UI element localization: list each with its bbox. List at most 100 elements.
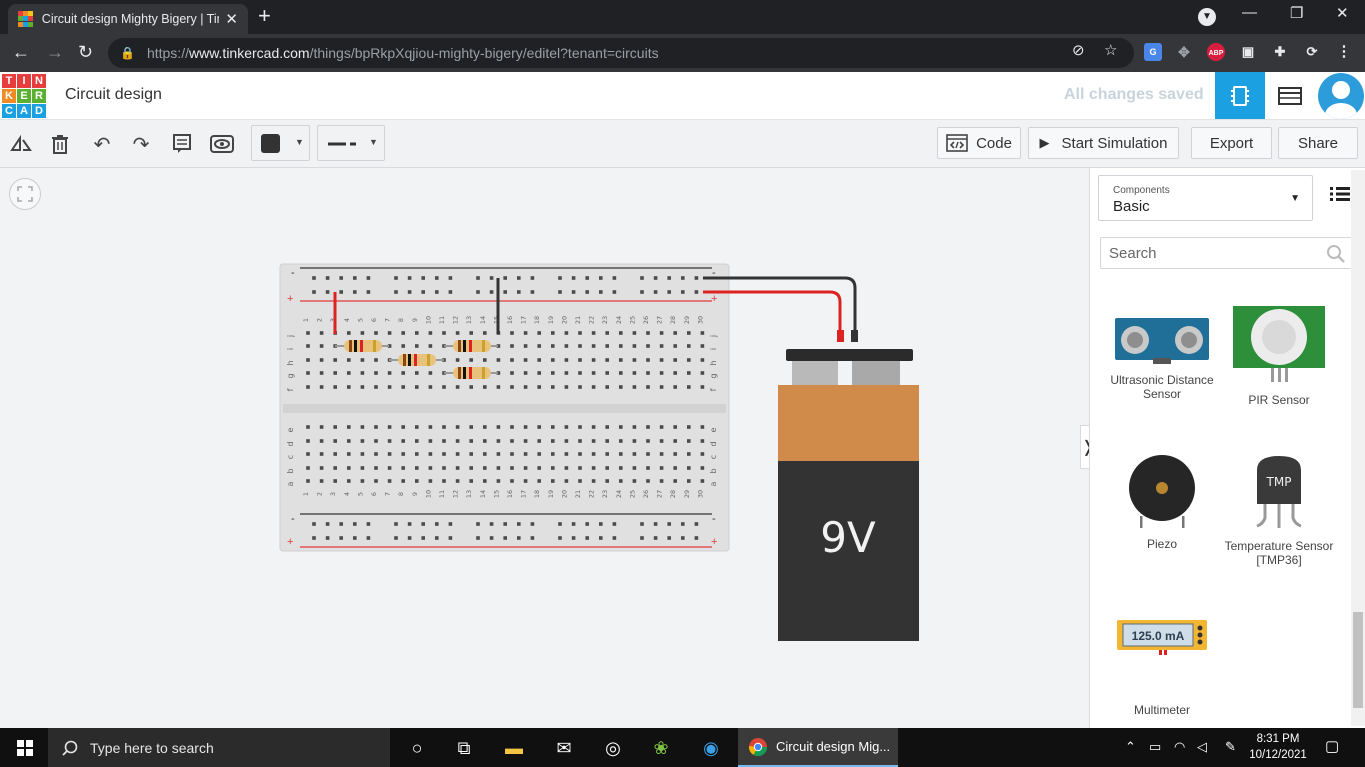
breadboard-hole[interactable]: [347, 358, 351, 362]
breadboard-hole[interactable]: [333, 385, 337, 389]
chrome-menu-icon[interactable]: ⋮: [1335, 43, 1353, 61]
breadboard-hole[interactable]: [681, 290, 685, 294]
chrome-profile-icon[interactable]: ▼: [1198, 8, 1216, 26]
cortana-icon[interactable]: ○: [404, 735, 430, 761]
breadboard-hole[interactable]: [455, 331, 460, 335]
breadboard-hole[interactable]: [653, 536, 658, 540]
breadboard-hole[interactable]: [659, 466, 664, 470]
breadboard-hole[interactable]: [578, 358, 582, 362]
breadboard-hole[interactable]: [333, 358, 337, 362]
breadboard-hole[interactable]: [646, 466, 650, 470]
breadboard-hole[interactable]: [530, 522, 535, 526]
breadboard-hole[interactable]: [333, 466, 337, 470]
breadboard-hole[interactable]: [687, 385, 691, 389]
media-app-icon[interactable]: ◎: [600, 735, 626, 761]
breadboard-hole[interactable]: [306, 425, 310, 429]
breadboard-hole[interactable]: [401, 385, 405, 389]
breadboard-hole[interactable]: [374, 479, 378, 483]
design-title[interactable]: Circuit design: [65, 86, 162, 104]
breadboard-hole[interactable]: [510, 439, 514, 443]
breadboard-hole[interactable]: [530, 536, 535, 540]
file-explorer-icon[interactable]: ▬: [501, 735, 527, 761]
breadboard-hole[interactable]: [394, 276, 398, 280]
breadboard-hole[interactable]: [694, 276, 699, 280]
breadboard-hole[interactable]: [659, 452, 664, 456]
breadboard-hole[interactable]: [564, 371, 569, 375]
breadboard-hole[interactable]: [510, 344, 514, 348]
breadboard-hole[interactable]: [401, 425, 405, 429]
breadboard-hole[interactable]: [667, 536, 671, 540]
breadboard-hole[interactable]: [659, 425, 664, 429]
browser-tab[interactable]: Circuit design Mighty Bigery | Tin ✕: [8, 4, 248, 34]
breadboard-hole[interactable]: [646, 439, 650, 443]
breadboard-hole[interactable]: [374, 425, 378, 429]
breadboard-hole[interactable]: [401, 479, 405, 483]
breadboard-hole[interactable]: [551, 344, 555, 348]
breadboard-hole[interactable]: [415, 479, 419, 483]
breadboard-hole[interactable]: [407, 522, 412, 526]
breadboard-hole[interactable]: [646, 331, 650, 335]
reload-button[interactable]: ↻: [78, 42, 93, 62]
pen-workspace-icon[interactable]: ✎: [1225, 739, 1236, 755]
breadboard-hole[interactable]: [632, 385, 637, 389]
breadboard-hole[interactable]: [632, 466, 637, 470]
undo-button[interactable]: ↶: [90, 130, 114, 158]
breadboard-hole[interactable]: [428, 385, 433, 389]
breadboard-hole[interactable]: [319, 371, 324, 375]
breadboard-hole[interactable]: [387, 371, 392, 375]
breadboard-hole[interactable]: [700, 371, 705, 375]
breadboard-hole[interactable]: [591, 466, 596, 470]
taskbar-search-box[interactable]: Type here to search: [48, 728, 390, 767]
breadboard-hole[interactable]: [401, 331, 405, 335]
breadboard-hole[interactable]: [537, 331, 541, 335]
breadboard-hole[interactable]: [353, 276, 357, 280]
google-translate-extension-icon[interactable]: G: [1144, 43, 1162, 61]
breadboard-hole[interactable]: [659, 358, 664, 362]
breadboard-hole[interactable]: [407, 290, 412, 294]
breadboard-hole[interactable]: [306, 371, 310, 375]
breadboard-hole[interactable]: [483, 385, 487, 389]
breadboard-hole[interactable]: [387, 479, 392, 483]
breadboard-hole[interactable]: [407, 536, 412, 540]
breadboard-hole[interactable]: [428, 466, 433, 470]
breadboard-hole[interactable]: [530, 276, 535, 280]
breadboard-hole[interactable]: [551, 385, 555, 389]
breadboard-hole[interactable]: [333, 479, 337, 483]
breadboard-hole[interactable]: [421, 536, 425, 540]
breadboard-hole[interactable]: [681, 276, 685, 280]
breadboard-hole[interactable]: [632, 425, 637, 429]
breadboard-hole[interactable]: [415, 466, 419, 470]
breadboard-hole[interactable]: [407, 276, 412, 280]
breadboard-hole[interactable]: [503, 536, 507, 540]
breadboard-hole[interactable]: [503, 290, 507, 294]
breadboard-hole[interactable]: [571, 276, 576, 280]
breadboard-hole[interactable]: [523, 479, 528, 483]
breadboard-hole[interactable]: [387, 466, 392, 470]
breadboard-hole[interactable]: [387, 425, 392, 429]
breadboard-hole[interactable]: [700, 344, 705, 348]
breadboard-hole[interactable]: [312, 290, 316, 294]
breadboard-hole[interactable]: [510, 425, 514, 429]
chrome-taskbar-item[interactable]: Circuit design Mig...: [738, 728, 898, 767]
breadboard-hole[interactable]: [564, 331, 569, 335]
breadboard-hole[interactable]: [523, 466, 528, 470]
breadboard-hole[interactable]: [578, 344, 582, 348]
breadboard-hole[interactable]: [435, 290, 439, 294]
breadboard-hole[interactable]: [558, 276, 562, 280]
breadboard-hole[interactable]: [483, 439, 487, 443]
breadboard-hole[interactable]: [339, 290, 343, 294]
breadboard-hole[interactable]: [632, 344, 637, 348]
breadboard-hole[interactable]: [619, 425, 623, 429]
breadboard-hole[interactable]: [558, 522, 562, 526]
breadboard-hole[interactable]: [476, 522, 480, 526]
breadboard-hole[interactable]: [605, 344, 609, 348]
breadboard-hole[interactable]: [401, 452, 405, 456]
breadboard-hole[interactable]: [469, 439, 473, 443]
start-simulation-button[interactable]: ▶ Start Simulation: [1028, 127, 1179, 159]
breadboard-hole[interactable]: [517, 290, 521, 294]
breadboard-hole[interactable]: [360, 439, 365, 443]
breadboard-hole[interactable]: [667, 276, 671, 280]
breadboard-hole[interactable]: [564, 466, 569, 470]
breadboard-hole[interactable]: [591, 371, 596, 375]
breadboard-hole[interactable]: [483, 452, 487, 456]
